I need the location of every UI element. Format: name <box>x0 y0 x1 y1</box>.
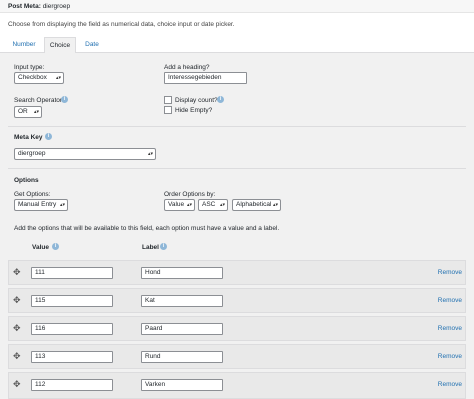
drag-handle-icon[interactable]: ✥ <box>13 267 21 278</box>
option-row: ✥ 113 Rund Remove <box>8 344 466 369</box>
remove-option-link[interactable]: Remove <box>438 325 462 332</box>
field-header: Post Meta: diergroep <box>0 0 474 13</box>
remove-option-link[interactable]: Remove <box>438 269 462 276</box>
tab-date[interactable]: Date <box>80 37 104 53</box>
drag-handle-icon[interactable]: ✥ <box>13 379 21 390</box>
hide-empty-checkbox[interactable] <box>164 106 172 114</box>
search-operator-label: Search Operator <box>14 97 63 104</box>
meta-key-select[interactable]: diergroep ▴▾ <box>14 148 156 160</box>
divider <box>8 168 466 169</box>
heading-input[interactable]: Interessegebieden <box>164 72 247 84</box>
drag-handle-icon[interactable]: ✥ <box>13 323 21 334</box>
chevron-updown-icon: ▴▾ <box>55 75 61 81</box>
order-direction-value: ASC <box>202 201 216 208</box>
option-label-input[interactable]: Hond <box>141 267 223 279</box>
meta-key-label: Meta Key <box>14 134 43 141</box>
option-label-input[interactable]: Kat <box>141 295 223 307</box>
field-title-value: diergroep <box>42 3 71 10</box>
info-icon[interactable]: i <box>160 243 167 250</box>
tab-number[interactable]: Number <box>8 37 40 53</box>
option-value-input[interactable]: 115 <box>31 295 113 307</box>
meta-key-value: diergroep <box>18 150 46 157</box>
display-count-checkbox[interactable] <box>164 96 172 104</box>
input-type-value: Checkbox <box>18 74 47 81</box>
info-icon[interactable]: i <box>61 96 68 103</box>
order-options-label: Order Options by: <box>164 191 216 198</box>
option-value-input[interactable]: 113 <box>31 351 113 363</box>
chevron-updown-icon: ▴▾ <box>272 202 278 208</box>
chevron-updown-icon: ▴▾ <box>33 109 39 115</box>
hide-empty-label: Hide Empty? <box>175 107 213 114</box>
drag-handle-icon[interactable]: ✥ <box>13 295 21 306</box>
remove-option-link[interactable]: Remove <box>438 297 462 304</box>
input-type-label: Input type: <box>14 64 45 71</box>
order-type-select[interactable]: Alphabetical ▴▾ <box>232 199 281 211</box>
display-count-label: Display count? <box>175 97 218 104</box>
field-title: Post Meta: diergroep <box>8 3 70 10</box>
chevron-updown-icon: ▴▾ <box>186 202 192 208</box>
option-value-input[interactable]: 112 <box>31 379 113 391</box>
option-label-input[interactable]: Paard <box>141 323 223 335</box>
heading-label: Add a heading? <box>164 64 210 71</box>
info-icon[interactable]: i <box>217 96 224 103</box>
order-direction-select[interactable]: ASC ▴▾ <box>198 199 228 211</box>
option-label-input[interactable]: Rund <box>141 351 223 363</box>
get-options-select[interactable]: Manual Entry ▴▾ <box>14 199 68 211</box>
search-operator-value: OR <box>18 108 28 115</box>
remove-option-link[interactable]: Remove <box>438 381 462 388</box>
order-type-value: Alphabetical <box>236 201 272 208</box>
value-column-header: Value <box>32 244 49 251</box>
option-row: ✥ 116 Paard Remove <box>8 316 466 341</box>
options-title: Options <box>14 177 39 184</box>
field-title-label: Post Meta: <box>8 3 41 10</box>
search-operator-select[interactable]: OR ▴▾ <box>14 106 42 118</box>
option-row: ✥ 112 Varken Remove <box>8 372 466 399</box>
field-description: Choose from displaying the field as nume… <box>8 21 235 28</box>
get-options-value: Manual Entry <box>18 201 57 208</box>
option-value-input[interactable]: 116 <box>31 323 113 335</box>
input-type-select[interactable]: Checkbox ▴▾ <box>14 72 64 84</box>
option-row: ✥ 115 Kat Remove <box>8 288 466 313</box>
info-icon[interactable]: i <box>45 133 52 140</box>
chevron-updown-icon: ▴▾ <box>147 151 153 157</box>
chevron-updown-icon: ▴▾ <box>59 202 65 208</box>
option-row: ✥ 111 Hond Remove <box>8 260 466 285</box>
get-options-label: Get Options: <box>14 191 51 198</box>
order-by-select[interactable]: Value ▴▾ <box>164 199 195 211</box>
tab-choice[interactable]: Choice <box>44 37 76 54</box>
divider <box>8 126 466 127</box>
option-label-input[interactable]: Varken <box>141 379 223 391</box>
order-by-value: Value <box>168 201 185 208</box>
options-help-text: Add the options that will be available t… <box>14 225 280 232</box>
remove-option-link[interactable]: Remove <box>438 353 462 360</box>
tab-bar: Number Choice Date <box>0 37 474 54</box>
drag-handle-icon[interactable]: ✥ <box>13 351 21 362</box>
label-column-header: Label <box>142 244 159 251</box>
chevron-updown-icon: ▴▾ <box>219 202 225 208</box>
info-icon[interactable]: i <box>52 243 59 250</box>
option-value-input[interactable]: 111 <box>31 267 113 279</box>
